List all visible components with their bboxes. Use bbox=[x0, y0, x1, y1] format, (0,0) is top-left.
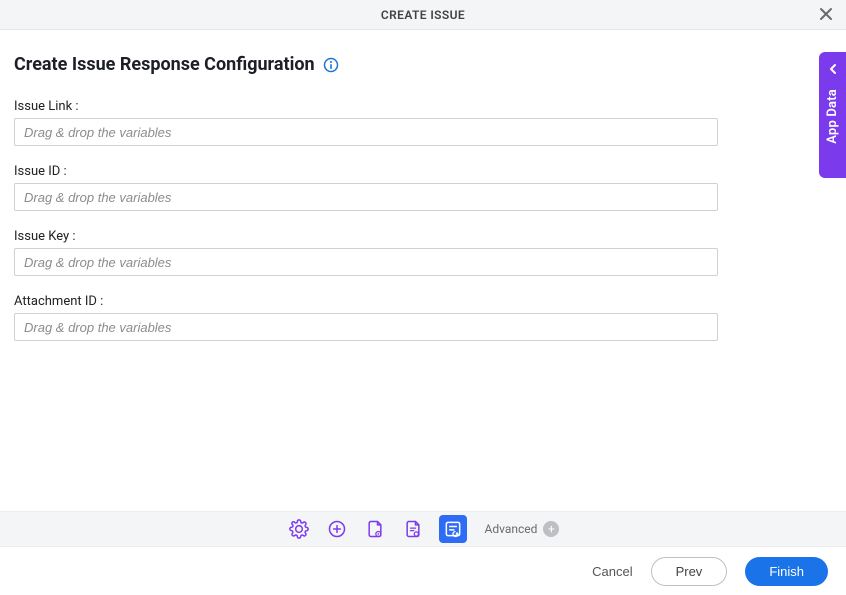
document-config-icon bbox=[403, 519, 423, 539]
step-doc-gear-2[interactable] bbox=[401, 517, 425, 541]
gear-icon bbox=[289, 519, 309, 539]
dialog-title: CREATE ISSUE bbox=[381, 8, 465, 22]
dialog-content: Create Issue Response Configuration Issu… bbox=[0, 30, 846, 341]
finish-button[interactable]: Finish bbox=[745, 557, 828, 586]
step-response-config[interactable] bbox=[439, 515, 467, 543]
section-title-row: Create Issue Response Configuration bbox=[14, 54, 832, 75]
dialog-footer: Cancel Prev Finish bbox=[0, 547, 846, 595]
step-doc-gear[interactable] bbox=[363, 517, 387, 541]
step-bar: Advanced + bbox=[0, 511, 846, 547]
field-issue-key: Issue Key : bbox=[14, 229, 832, 276]
field-label-issue-id: Issue ID : bbox=[14, 164, 832, 179]
close-button[interactable] bbox=[818, 6, 834, 26]
chevron-left-icon bbox=[827, 60, 839, 79]
response-config-icon bbox=[443, 519, 463, 539]
step-add[interactable] bbox=[325, 517, 349, 541]
field-label-attachment-id: Attachment ID : bbox=[14, 294, 832, 309]
input-issue-key[interactable] bbox=[14, 248, 718, 276]
input-issue-link[interactable] bbox=[14, 118, 718, 146]
close-icon bbox=[818, 6, 834, 22]
cancel-button[interactable]: Cancel bbox=[592, 564, 632, 579]
input-issue-id[interactable] bbox=[14, 183, 718, 211]
field-attachment-id: Attachment ID : bbox=[14, 294, 832, 341]
prev-button[interactable]: Prev bbox=[651, 557, 728, 586]
document-gear-icon bbox=[365, 519, 385, 539]
info-icon[interactable] bbox=[323, 57, 339, 73]
step-settings[interactable] bbox=[287, 517, 311, 541]
field-label-issue-link: Issue Link : bbox=[14, 99, 832, 114]
section-title: Create Issue Response Configuration bbox=[14, 54, 315, 75]
field-label-issue-key: Issue Key : bbox=[14, 229, 832, 244]
input-attachment-id[interactable] bbox=[14, 313, 718, 341]
dialog-header: CREATE ISSUE bbox=[0, 0, 846, 30]
plus-icon: + bbox=[543, 521, 559, 537]
field-issue-link: Issue Link : bbox=[14, 99, 832, 146]
plus-circle-icon bbox=[327, 519, 347, 539]
app-data-tab[interactable]: App Data bbox=[819, 52, 846, 178]
field-issue-id: Issue ID : bbox=[14, 164, 832, 211]
advanced-toggle[interactable]: Advanced + bbox=[485, 521, 560, 537]
app-data-tab-label: App Data bbox=[825, 89, 840, 144]
advanced-label: Advanced bbox=[485, 522, 538, 536]
